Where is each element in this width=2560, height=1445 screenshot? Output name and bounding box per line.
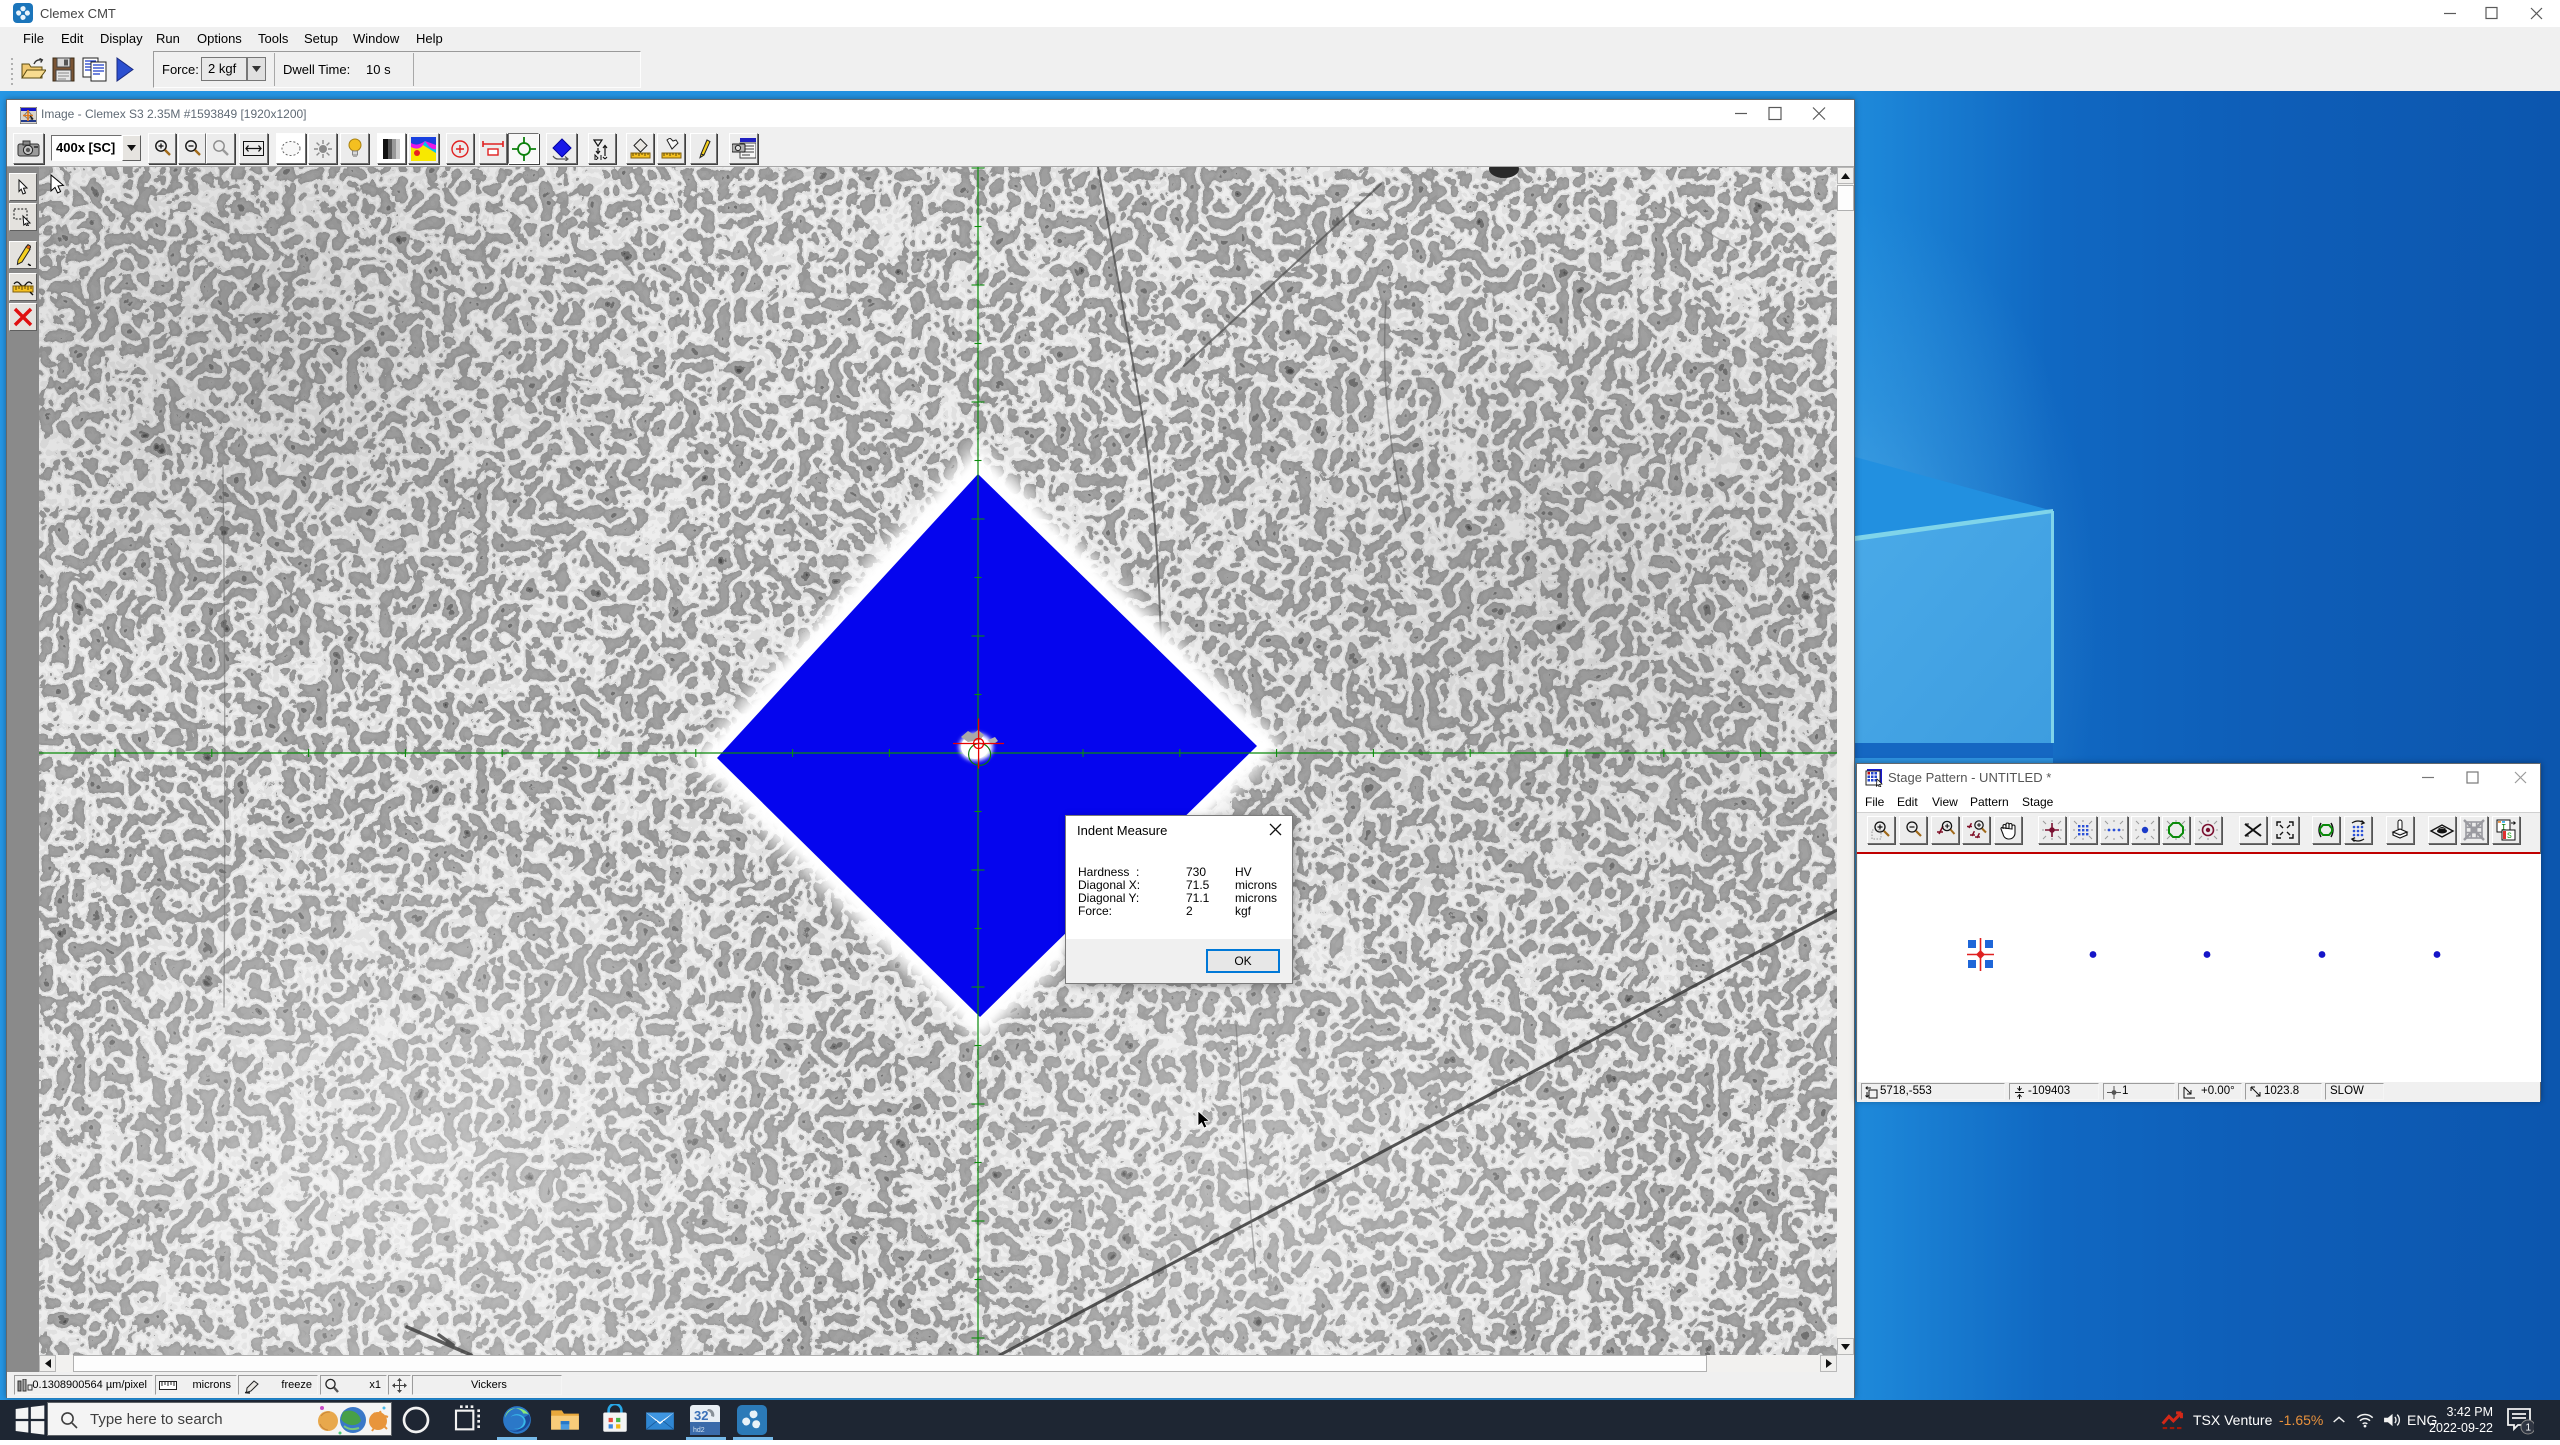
svg-text:32: 32 bbox=[694, 1408, 708, 1423]
svg-text:hd2: hd2 bbox=[693, 1427, 705, 1434]
svg-text:S: S bbox=[2507, 832, 2512, 841]
svg-text:1: 1 bbox=[2526, 1423, 2532, 1434]
